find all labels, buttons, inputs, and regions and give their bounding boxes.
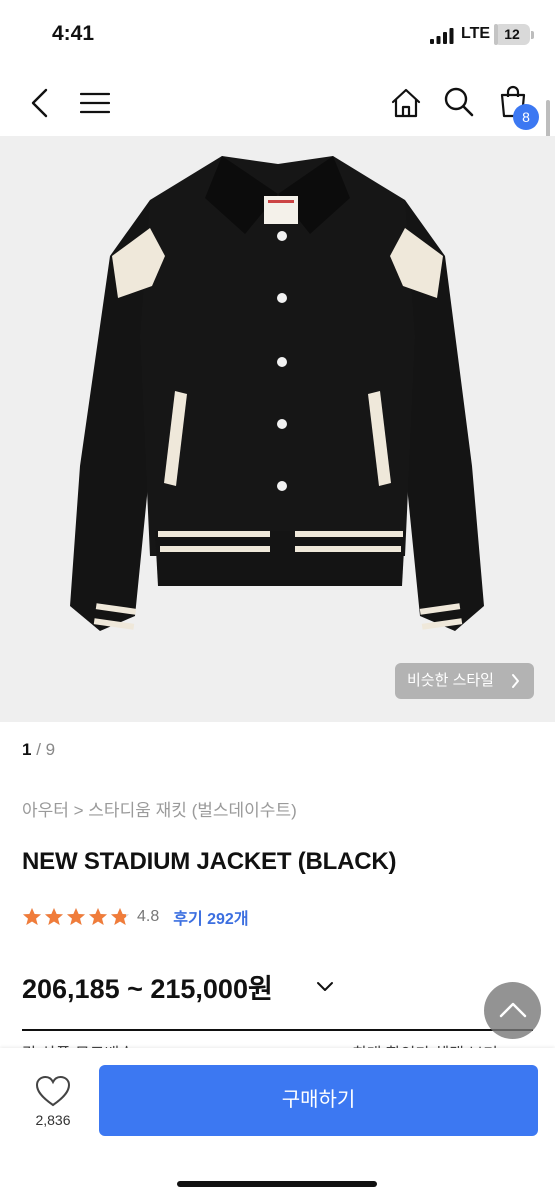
jacket-illustration (70, 156, 484, 631)
scroll-to-top-button[interactable] (484, 982, 541, 1039)
battery-icon: 12 (494, 24, 530, 45)
rating-score: 4.8 (137, 908, 160, 925)
status-time: 4:41 (52, 22, 95, 45)
back-arrow-icon[interactable] (28, 88, 52, 118)
buy-button[interactable]: 구매하기 (99, 1065, 538, 1136)
menu-icon[interactable] (80, 92, 110, 114)
star-icon (23, 908, 41, 925)
pager-separator: / (31, 740, 46, 759)
star-icon (111, 908, 129, 925)
section-divider (22, 1029, 533, 1031)
chevron-right-icon (512, 674, 519, 688)
similar-style-button[interactable]: 비슷한 스타일 (395, 663, 534, 699)
heart-icon[interactable] (35, 1075, 71, 1107)
star-icon (89, 908, 107, 925)
breadcrumb[interactable]: 아우터 > 스타디움 재킷 (벌스데이수트) (22, 796, 297, 821)
battery-percent: 12 (504, 26, 520, 42)
cart-count-badge: 8 (513, 104, 539, 130)
review-link[interactable]: 후기 292개 (173, 905, 248, 929)
search-icon[interactable] (443, 86, 475, 118)
rating-row: 4.8 후기 292개 (22, 903, 249, 931)
star-icon (45, 908, 63, 925)
status-bar: 4:41 LTE 12 (0, 0, 555, 70)
price: 206,185 ~ 215,000원 (22, 974, 273, 1004)
pager-total: 9 (45, 740, 56, 759)
image-pager: 1 / 9 (22, 740, 55, 760)
chevron-down-icon[interactable] (315, 980, 335, 994)
signal-icon (430, 28, 454, 44)
rating-stars (22, 907, 130, 927)
similar-style-label: 비슷한 스타일 (407, 672, 494, 689)
product-title: NEW STADIUM JACKET (BLACK) (22, 848, 397, 875)
star-icon (67, 908, 85, 925)
like-count: 2,836 (35, 1112, 71, 1128)
product-image[interactable] (0, 136, 555, 722)
home-icon[interactable] (390, 87, 422, 119)
chevron-up-icon (499, 1002, 527, 1018)
top-nav (0, 70, 555, 136)
battery-cap (531, 31, 534, 39)
network-label: LTE (461, 25, 491, 42)
home-indicator (177, 1181, 377, 1187)
